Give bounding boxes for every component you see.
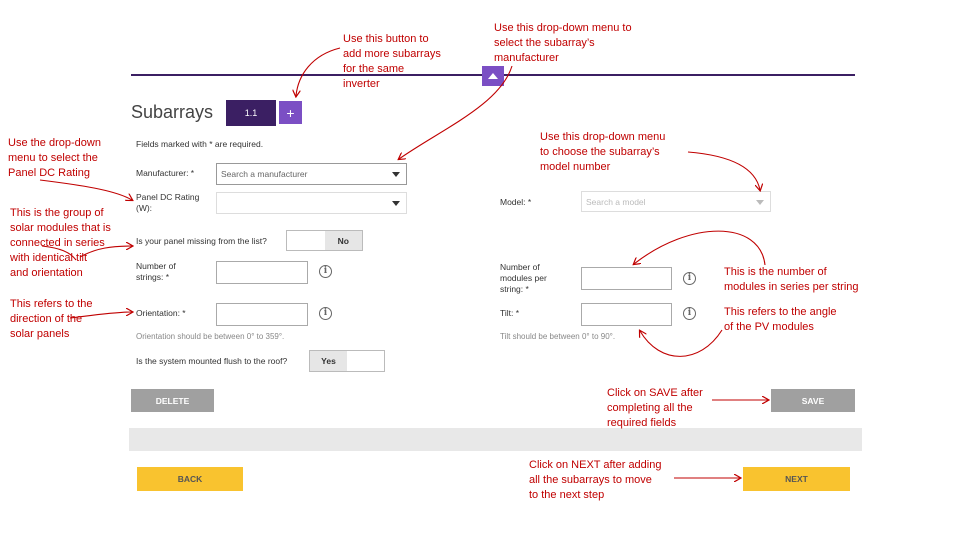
- modules-label-line2: modules per: [500, 273, 547, 283]
- panel-rating-label-line1: Panel DC Rating: [136, 192, 200, 202]
- annotation-line: Panel DC Rating: [8, 167, 90, 179]
- panel-rating-label-line2: (W):: [136, 203, 153, 213]
- modules-input[interactable]: [581, 267, 672, 290]
- tilt-label: Tilt: *: [500, 308, 520, 318]
- chevron-down-icon: [756, 199, 764, 205]
- strings-label-line2: strings: *: [136, 272, 170, 282]
- annotation-line: connected in series: [10, 237, 105, 249]
- modules-label-line1: Number of: [500, 262, 540, 272]
- info-icon[interactable]: i: [319, 307, 332, 320]
- toggle-yes[interactable]: Yes: [310, 351, 347, 371]
- flush-question: Is the system mounted flush to the roof?: [136, 356, 288, 366]
- annotation-line: completing all the: [607, 402, 693, 414]
- tab-label: 1.1: [244, 108, 258, 118]
- plus-icon: +: [286, 104, 295, 121]
- orientation-hint: Orientation should be between 0° to 359°…: [136, 332, 285, 341]
- annotation-line: inverter: [343, 78, 380, 90]
- annotation-orientation: This refers to the direction of the sola…: [10, 297, 93, 342]
- annotation-manufacturer: Use this drop-down menu to select the su…: [494, 21, 632, 66]
- save-button[interactable]: SAVE: [771, 389, 855, 412]
- annotation-line: for the same: [343, 63, 405, 75]
- model-label: Model: *: [500, 197, 532, 207]
- annotation-line: This refers to the angle: [724, 306, 837, 318]
- arrow-add-button: [296, 47, 341, 96]
- manufacturer-select[interactable]: Search a manufacturer: [216, 163, 407, 185]
- modules-label-line3: string: *: [500, 284, 529, 294]
- annotation-tilt: This refers to the angle of the PV modul…: [724, 305, 837, 335]
- annotation-line: required fields: [607, 417, 677, 429]
- model-placeholder: Search a model: [586, 196, 646, 207]
- annotation-line: Use this button to: [343, 33, 429, 45]
- annotation-line: model number: [540, 161, 611, 173]
- strings-input[interactable]: [216, 261, 308, 284]
- annotation-line: all the subarrays to move: [529, 474, 652, 486]
- annotation-line: Use this drop-down menu to: [494, 22, 632, 34]
- add-subarray-button[interactable]: +: [279, 101, 302, 124]
- collapse-button[interactable]: [482, 66, 504, 86]
- info-icon[interactable]: i: [683, 272, 696, 285]
- annotation-line: select the subarray’s: [494, 37, 595, 49]
- tilt-input[interactable]: [581, 303, 672, 326]
- annotation-line: to choose the subarray’s: [540, 146, 660, 158]
- toggle-off-side[interactable]: [347, 351, 384, 371]
- manufacturer-placeholder: Search a manufacturer: [221, 169, 308, 179]
- annotation-line: This refers to the: [10, 298, 93, 310]
- annotation-line: modules in series per string: [724, 281, 859, 293]
- next-button[interactable]: NEXT: [743, 467, 850, 491]
- info-icon[interactable]: i: [683, 307, 696, 320]
- toggle-no[interactable]: No: [324, 231, 362, 250]
- annotation-strings: This is the group of solar modules that …: [10, 206, 111, 281]
- panel-missing-toggle[interactable]: No: [286, 230, 363, 251]
- annotation-next: Click on NEXT after adding all the subar…: [529, 458, 661, 503]
- strings-label: Number of strings: *: [136, 261, 176, 283]
- annotation-line: This is the group of: [10, 207, 104, 219]
- annotation-model: Use this drop-down menu to choose the su…: [540, 130, 665, 175]
- annotation-line: and orientation: [10, 267, 83, 279]
- annotation-line: This is the number of: [724, 266, 827, 278]
- arrow-modules: [634, 230, 766, 265]
- annotation-add-button: Use this button to add more subarrays fo…: [343, 32, 441, 92]
- annotation-save: Click on SAVE after completing all the r…: [607, 386, 703, 431]
- annotation-line: Use this drop-down menu: [540, 131, 666, 143]
- annotation-line: to the next step: [529, 489, 605, 501]
- tab-subarray-1-1[interactable]: 1.1: [226, 100, 276, 126]
- annotation-line: solar modules that is: [10, 222, 111, 234]
- required-note: Fields marked with * are required.: [136, 139, 264, 149]
- arrow-panel-rating: [39, 179, 132, 200]
- flush-toggle[interactable]: Yes: [309, 350, 385, 372]
- arrow-model: [687, 151, 760, 190]
- annotation-line: manufacturer: [494, 52, 559, 64]
- model-select[interactable]: Search a model: [581, 191, 771, 212]
- orientation-input[interactable]: [216, 303, 308, 326]
- annotation-line: solar panels: [10, 328, 70, 340]
- annotation-line: menu to select the: [8, 152, 98, 164]
- page-title: Subarrays: [131, 102, 214, 122]
- chevron-down-icon: [392, 201, 400, 206]
- toggle-off-side[interactable]: [287, 231, 325, 250]
- arrow-tilt: [640, 330, 723, 357]
- annotation-line: of the PV modules: [724, 321, 814, 333]
- annotation-line: add more subarrays: [343, 48, 441, 60]
- chevron-down-icon: [392, 172, 400, 177]
- info-icon[interactable]: i: [319, 265, 332, 278]
- manufacturer-label: Manufacturer: *: [136, 168, 195, 178]
- tilt-hint: Tilt should be between 0° to 90°.: [500, 332, 616, 341]
- annotation-line: Click on NEXT after adding: [529, 459, 662, 471]
- annotation-line: Use the drop-down: [8, 137, 101, 149]
- back-button[interactable]: BACK: [137, 467, 243, 491]
- annotation-line: Click on SAVE after: [607, 387, 703, 399]
- annotation-modules: This is the number of modules in series …: [724, 265, 859, 295]
- orientation-label: Orientation: *: [136, 308, 186, 318]
- strings-label-line1: Number of: [136, 261, 176, 271]
- panel-rating-select[interactable]: [216, 192, 407, 214]
- modules-label: Number of modules per string: *: [500, 262, 547, 295]
- delete-button[interactable]: DELETE: [131, 389, 214, 412]
- annotation-line: with identical tilt: [10, 252, 88, 264]
- panel-missing-question: Is your panel missing from the list?: [136, 236, 267, 246]
- section-divider-band: [129, 428, 862, 451]
- annotation-panel-rating: Use the drop-down menu to select the Pan…: [8, 136, 101, 181]
- chevron-up-icon: [488, 73, 498, 79]
- annotation-line: direction of the: [10, 313, 83, 325]
- panel-rating-label: Panel DC Rating (W):: [136, 192, 199, 214]
